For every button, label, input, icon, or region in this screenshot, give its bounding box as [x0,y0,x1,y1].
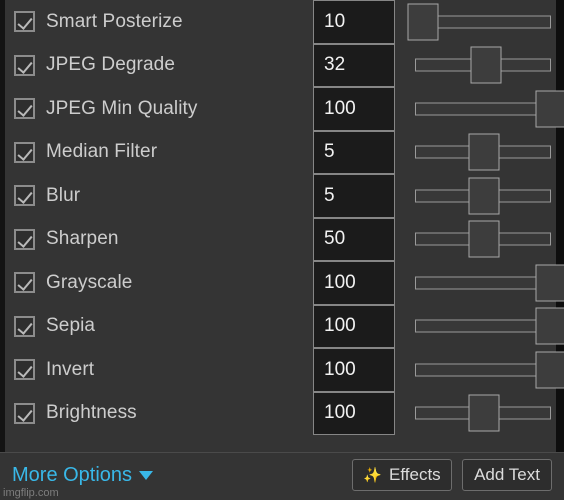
effects-panel: Smart Posterize 10 JPEG Degrade 32 JPEG Min … [0,0,564,500]
effect-toggle-8[interactable]: Invert [14,359,94,381]
effect-rows-list: Smart Posterize 10 JPEG Degrade 32 JPEG Min … [0,0,564,436]
checkbox-checked-icon[interactable] [14,54,35,76]
effect-value-input[interactable]: 50 [313,217,395,261]
effect-toggle-2[interactable]: JPEG Min Quality [14,98,198,120]
effect-row: JPEG Min Quality 100 [0,87,564,131]
slider-thumb[interactable] [470,46,502,84]
effect-slider[interactable] [415,174,551,218]
effect-toggle-4[interactable]: Blur [14,185,80,207]
effect-value-text: 100 [324,358,356,380]
slider-thumb[interactable] [535,264,564,302]
more-options-toggle[interactable]: More Options [12,464,154,487]
bottom-toolbar: More Options imgflip.com ✨ Effects Add T… [0,452,564,500]
checkbox-checked-icon[interactable] [14,272,35,294]
imgflip-watermark: imgflip.com [3,487,59,499]
slider-track[interactable] [415,319,551,333]
effect-row: Blur 5 [0,174,556,218]
effect-row: Median Filter 5 [0,130,556,175]
effect-value-input[interactable]: 100 [313,304,395,348]
effect-slider[interactable] [415,87,564,131]
effect-slider[interactable] [415,348,564,392]
chevron-down-icon [139,471,154,480]
effect-label: Brightness [46,402,137,424]
effect-value-text: 100 [324,271,356,293]
checkbox-checked-icon[interactable] [14,315,35,337]
effect-value-input[interactable]: 100 [313,261,395,305]
effect-label: Grayscale [46,271,133,293]
effect-label: Sepia [46,315,96,337]
effects-button[interactable]: ✨ Effects [352,459,452,491]
effect-value-input[interactable]: 32 [313,43,395,87]
checkbox-checked-icon[interactable] [14,141,35,163]
effect-toggle-9[interactable]: Brightness [14,402,137,424]
effect-value-text: 50 [324,228,346,250]
effect-value-input[interactable]: 100 [313,348,395,392]
slider-track[interactable] [415,276,551,290]
effect-value-input[interactable]: 5 [313,174,395,218]
effect-slider[interactable] [415,131,551,175]
effect-toggle-7[interactable]: Sepia [14,315,95,337]
checkbox-checked-icon[interactable] [14,359,35,381]
effect-slider[interactable] [415,44,551,88]
effect-toggle-6[interactable]: Grayscale [14,272,132,294]
add-text-button[interactable]: Add Text [462,459,552,491]
effect-value-text: 100 [324,97,356,119]
effect-slider[interactable] [415,261,564,305]
checkbox-checked-icon[interactable] [14,228,35,250]
checkbox-checked-icon[interactable] [14,11,35,33]
effect-value-text: 5 [324,141,335,163]
effect-label: Invert [46,358,95,380]
effect-label: Median Filter [46,141,158,163]
sparkles-icon: ✨ [363,467,383,484]
slider-thumb[interactable] [535,351,564,389]
effect-value-text: 100 [324,315,356,337]
effect-toggle-0[interactable]: Smart Posterize [14,11,183,33]
effect-label: Smart Posterize [46,10,183,32]
effect-row: Smart Posterize 10 [0,0,556,44]
effect-label: JPEG Degrade [46,54,175,76]
slider-thumb[interactable] [407,3,439,41]
slider-track[interactable] [415,363,551,377]
effect-toggle-1[interactable]: JPEG Degrade [14,54,175,76]
effect-toggle-5[interactable]: Sharpen [14,228,119,250]
effect-row: Sharpen 50 [0,217,556,262]
effect-row: Grayscale 100 [0,261,564,305]
effects-button-label: Effects [389,465,441,484]
slider-thumb[interactable] [468,133,500,171]
checkbox-checked-icon[interactable] [14,98,35,120]
slider-thumb[interactable] [535,90,564,128]
effect-value-text: 100 [324,402,356,424]
slider-track[interactable] [415,102,551,116]
checkbox-checked-icon[interactable] [14,402,35,424]
effect-slider[interactable] [415,218,551,262]
effect-value-input[interactable]: 100 [313,87,395,131]
effect-label: Sharpen [46,228,119,250]
slider-thumb[interactable] [468,177,500,215]
effect-value-input[interactable]: 100 [313,391,395,435]
effect-label: JPEG Min Quality [46,97,198,119]
effect-slider[interactable] [415,305,564,349]
effect-value-input[interactable]: 5 [313,130,395,174]
effect-slider[interactable] [407,0,551,44]
effect-value-text: 32 [324,54,346,76]
effect-row: Sepia 100 [0,304,564,349]
effect-row: Invert 100 [0,348,564,392]
effect-value-text: 5 [324,184,335,206]
effect-value-input[interactable]: 10 [313,0,395,44]
slider-thumb[interactable] [535,307,564,345]
effect-label: Blur [46,184,81,206]
effect-row: JPEG Degrade 32 [0,43,556,88]
slider-thumb[interactable] [468,394,500,432]
slider-thumb[interactable] [468,220,500,258]
checkbox-checked-icon[interactable] [14,185,35,207]
more-options-label: More Options [12,464,133,486]
add-text-button-label: Add Text [474,465,540,484]
effect-row: Brightness 100 [0,391,556,436]
effect-value-text: 10 [324,10,346,32]
effect-slider[interactable] [415,392,551,436]
effect-toggle-3[interactable]: Median Filter [14,141,157,163]
